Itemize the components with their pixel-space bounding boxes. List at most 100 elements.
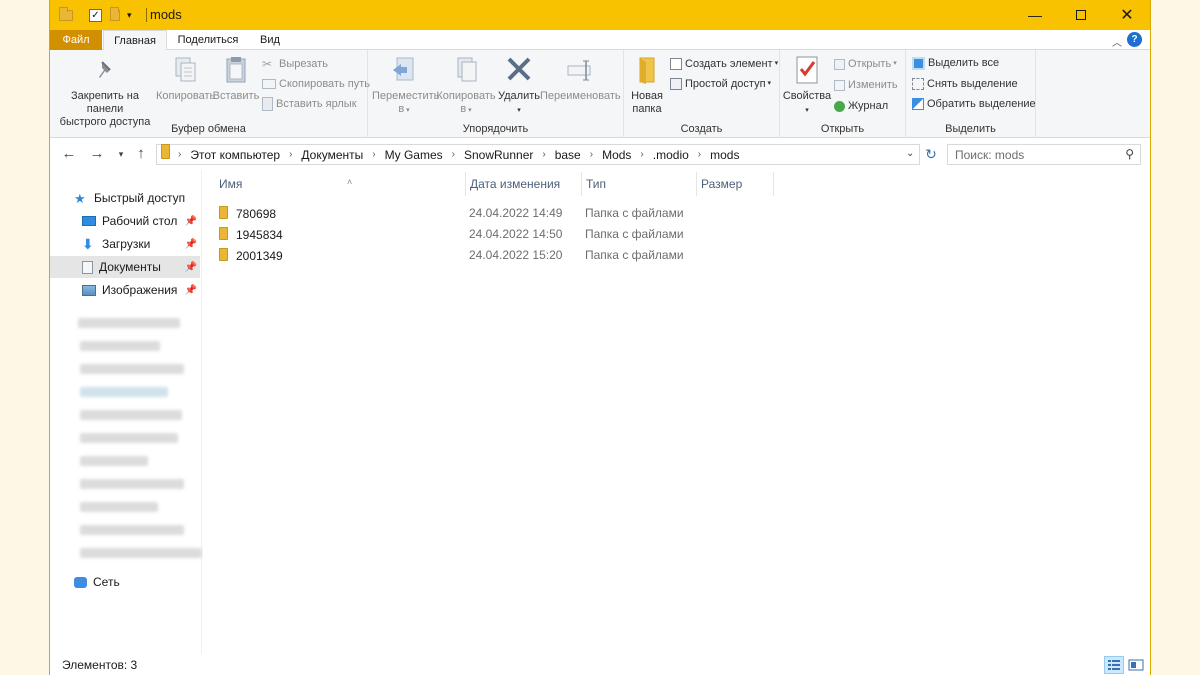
crumb-documents[interactable]: Документы	[301, 148, 363, 162]
copy-path-button[interactable]: Скопировать путь	[262, 77, 370, 91]
crumb-this-pc[interactable]: Этот компьютер	[190, 148, 280, 162]
chevron-right-icon[interactable]: ›	[542, 149, 545, 160]
invert-selection-button[interactable]: Обратить выделение	[912, 97, 1036, 111]
column-header-date[interactable]: Дата изменения	[466, 170, 582, 200]
back-button[interactable]: ←	[60, 145, 78, 163]
tab-share[interactable]: Поделиться	[170, 30, 246, 50]
pictures-icon	[82, 284, 96, 296]
copy-button[interactable]: Копировать	[156, 54, 215, 103]
group-create-label: Создать	[680, 123, 723, 135]
nav-item-desktop[interactable]: Рабочий стол 📌	[50, 210, 200, 232]
pin-icon	[99, 61, 111, 78]
address-bar[interactable]: › Этот компьютер › Документы › My Games …	[156, 144, 920, 165]
maximize-button[interactable]	[1058, 0, 1104, 30]
file-name-text: 1945834	[236, 228, 283, 242]
crumb-snowrunner[interactable]: SnowRunner	[464, 148, 533, 162]
select-none-button[interactable]: Снять выделение	[912, 77, 1018, 91]
window-folder-icon	[59, 6, 73, 23]
quick-access-new-folder-icon[interactable]	[110, 6, 120, 23]
address-history-icon[interactable]: ⌄	[906, 148, 914, 159]
paste-shortcut-button[interactable]: Вставить ярлык	[262, 97, 357, 111]
help-icon[interactable]: ?	[1127, 32, 1142, 47]
nav-item-pictures[interactable]: Изображения 📌	[50, 279, 200, 301]
tab-home[interactable]: Главная	[103, 30, 167, 51]
details-view-button[interactable]	[1104, 656, 1124, 674]
redacted-nav-item	[80, 364, 184, 374]
chevron-right-icon[interactable]: ›	[698, 149, 701, 160]
chevron-right-icon[interactable]: ›	[372, 149, 375, 160]
paste-icon	[226, 57, 246, 83]
refresh-icon[interactable]: ↻	[922, 144, 940, 165]
crumb-my-games[interactable]: My Games	[385, 148, 443, 162]
move-to-button[interactable]: Переместить в ▾	[372, 54, 439, 117]
pin-quick-access-button[interactable]: Закрепить на панели быстрого доступа	[54, 54, 156, 129]
search-input[interactable]	[948, 145, 1113, 164]
cut-button[interactable]: ✂ Вырезать	[262, 57, 328, 71]
file-row[interactable]: 780698 24.04.2022 14:49 Папка с файлами	[219, 203, 779, 223]
nav-network[interactable]: Сеть	[50, 571, 200, 593]
copy-to-button[interactable]: Копировать в ▾	[436, 54, 496, 117]
search-box[interactable]: ⚲	[947, 144, 1141, 165]
pin-icon[interactable]: 📌	[185, 239, 197, 250]
tab-file[interactable]: Файл	[50, 30, 102, 50]
chevron-right-icon[interactable]: ›	[640, 149, 643, 160]
large-icons-view-button[interactable]	[1126, 656, 1146, 674]
chevron-right-icon[interactable]: ›	[178, 149, 181, 160]
pin-icon[interactable]: 📌	[185, 216, 197, 227]
edit-button[interactable]: Изменить	[834, 78, 898, 92]
up-button[interactable]: ↑	[132, 145, 150, 163]
nav-item-documents[interactable]: Документы 📌	[50, 256, 200, 278]
column-size-label: Размер	[701, 177, 743, 191]
title-separator	[146, 8, 147, 22]
crumb-mods[interactable]: mods	[710, 148, 739, 162]
select-all-button[interactable]: Выделить все	[912, 56, 999, 70]
quick-access-customize-icon[interactable]: ▾	[127, 7, 132, 23]
forward-button[interactable]: →	[88, 145, 106, 163]
nav-item-downloads[interactable]: ⬇ Загрузки 📌	[50, 233, 200, 255]
nav-quick-access[interactable]: ★ Быстрый доступ	[50, 187, 200, 209]
properties-button[interactable]: Свойства ▾	[782, 54, 832, 117]
new-item-button[interactable]: Создать элемент ▾	[670, 57, 778, 71]
chevron-right-icon[interactable]: ›	[452, 149, 455, 160]
minimize-button[interactable]: —	[1012, 0, 1058, 30]
folder-icon	[219, 248, 228, 264]
recent-locations-button[interactable]: ▾	[112, 145, 130, 163]
file-row[interactable]: 2001349 24.04.2022 15:20 Папка с файлами	[219, 245, 779, 265]
title-bar: ✓ ▾ mods — ✕	[50, 0, 1150, 30]
tab-view[interactable]: Вид	[250, 30, 290, 50]
network-icon	[74, 576, 87, 588]
crumb-modio[interactable]: .modio	[653, 148, 689, 162]
ribbon: Закрепить на панели быстрого доступа Коп…	[50, 50, 1150, 138]
paste-shortcut-label: Вставить ярлык	[276, 98, 357, 110]
collapse-ribbon-icon[interactable]: ︿	[1112, 34, 1122, 49]
group-clipboard: Закрепить на панели быстрого доступа Коп…	[50, 50, 370, 138]
column-header-type[interactable]: Тип	[582, 170, 696, 200]
paste-button[interactable]: Вставить	[212, 54, 260, 103]
select-all-label: Выделить все	[928, 57, 1000, 69]
new-folder-button[interactable]: Новая папка	[628, 54, 666, 116]
pin-icon[interactable]: 📌	[185, 285, 197, 296]
crumb-mods-upper[interactable]: Mods	[602, 148, 631, 162]
history-button[interactable]: Журнал	[834, 99, 888, 113]
pin-icon[interactable]: 📌	[185, 262, 197, 273]
file-row[interactable]: 1945834 24.04.2022 14:50 Папка с файлами	[219, 224, 779, 244]
new-folder-label-line1: Новая	[631, 90, 663, 102]
delete-button[interactable]: Удалить ▾	[496, 54, 542, 117]
close-button[interactable]: ✕	[1104, 0, 1150, 30]
rename-icon	[567, 60, 591, 81]
column-header-size[interactable]: Размер	[697, 170, 773, 200]
easy-access-button[interactable]: Простой доступ ▾	[670, 77, 771, 91]
quick-access-properties-icon[interactable]: ✓	[89, 7, 102, 23]
open-button[interactable]: Открыть ▾	[834, 57, 897, 71]
chevron-right-icon[interactable]: ›	[289, 149, 292, 160]
delete-label: Удалить	[498, 90, 540, 102]
column-divider[interactable]	[773, 172, 774, 196]
new-folder-icon	[639, 57, 655, 84]
crumb-base[interactable]: base	[555, 148, 581, 162]
open-icon	[834, 58, 845, 70]
chevron-right-icon[interactable]: ›	[590, 149, 593, 160]
move-to-label-line2: в	[398, 103, 405, 115]
column-header-name[interactable]: Имя ˄	[215, 170, 465, 200]
nav-item-label: Рабочий стол	[102, 214, 178, 228]
rename-button[interactable]: Переименовать	[540, 54, 621, 103]
